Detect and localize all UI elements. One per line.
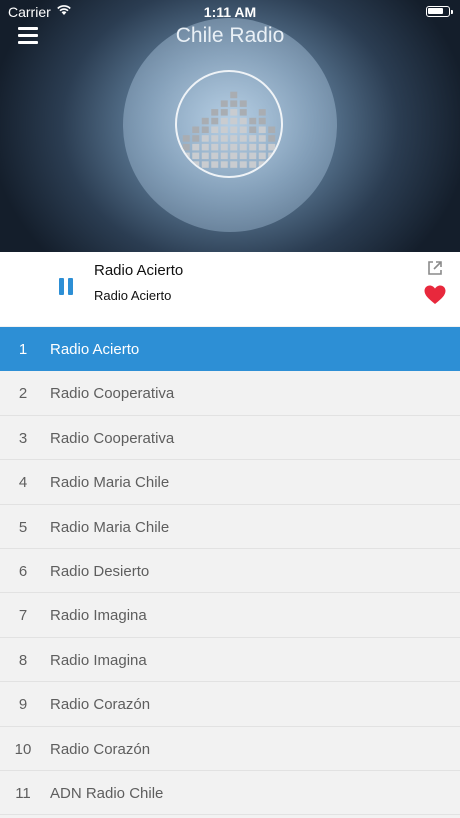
station-row[interactable]: 3 Radio Cooperativa [0,416,460,461]
page-title: Chile Radio [175,24,285,47]
station-name: Radio Desierto [50,562,150,580]
station-row[interactable]: 1 Radio Acierto [0,327,460,372]
station-name: Radio Cooperativa [50,385,175,403]
station-name: Radio Maria Chile [50,518,170,536]
station-name: Radio Imagina [50,651,147,669]
station-name: Radio Imagina [50,607,147,625]
station-row[interactable]: 4 Radio Maria Chile [0,460,460,505]
station-number: 11 [15,784,31,802]
station-number: 9 [18,696,28,714]
battery-icon [426,6,453,17]
station-number: 8 [18,651,28,669]
station-list: 1 Radio Acierto 2 Radio Cooperativa 3 Radio C… [0,327,460,816]
station-row[interactable]: 7 Radio Imagina [0,593,460,638]
header-artwork: Carrier 1:11 AM Chile Radio [0,0,460,252]
equalizer-icon [175,70,283,178]
station-row[interactable]: 6 Radio Desierto [0,549,460,594]
now-playing-title: Radio Acierto [94,262,184,279]
station-name: ADN Radio Chile [50,784,164,802]
station-name: Radio Corazón [50,740,151,758]
station-row[interactable]: 11 ADN Radio Chile [0,771,460,816]
station-number: 3 [18,429,28,447]
share-icon[interactable] [427,260,443,276]
pause-button[interactable] [58,278,76,296]
station-row[interactable]: 9 Radio Corazón [0,682,460,727]
station-number: 5 [18,518,28,536]
station-number: 6 [18,562,28,580]
station-name: Radio Maria Chile [50,474,170,492]
station-number: 1 [18,341,28,358]
favorite-heart-icon[interactable] [424,285,446,305]
station-number: 4 [18,474,28,492]
station-row[interactable]: 5 Radio Maria Chile [0,505,460,549]
station-number: 10 [14,740,32,758]
station-number: 7 [18,607,28,625]
station-row[interactable]: 2 Radio Cooperativa [0,371,460,416]
station-name: Radio Corazón [50,696,151,714]
station-name: Radio Cooperativa [50,429,175,447]
station-row[interactable]: 8 Radio Imagina [0,638,460,683]
station-row[interactable]: 10 Radio Corazón [0,727,460,771]
now-playing-subtitle: Radio Acierto [94,288,172,303]
station-number: 2 [18,385,28,403]
station-name: Radio Acierto [50,341,140,358]
